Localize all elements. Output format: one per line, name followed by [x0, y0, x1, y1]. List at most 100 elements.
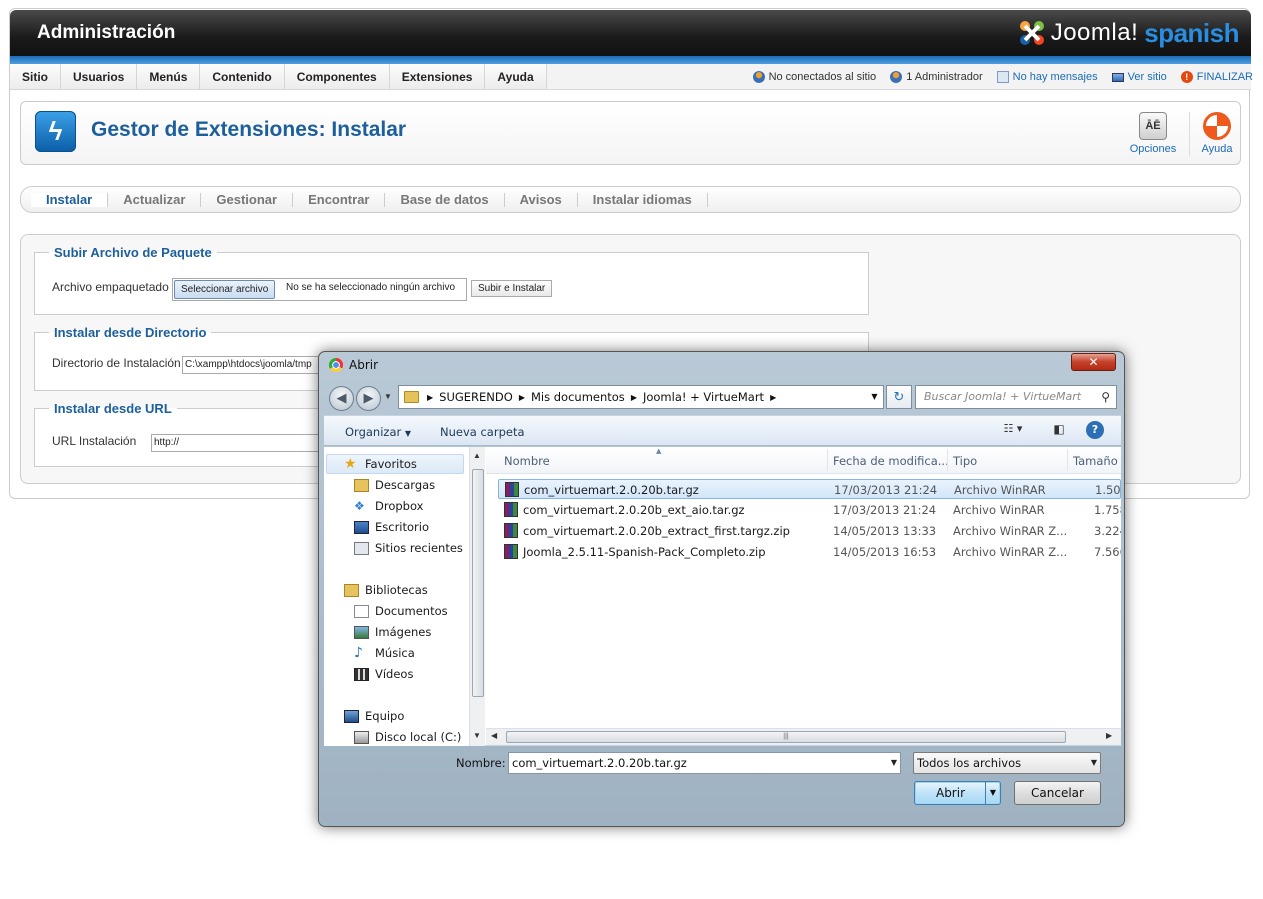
new-folder-button[interactable]: Nueva carpeta [440, 425, 525, 439]
nav-disco-local[interactable]: Disco local (C:) [354, 730, 461, 744]
column-size[interactable]: Tamaño [1073, 454, 1118, 468]
dialog-title: Abrir [349, 358, 379, 372]
computer-icon [344, 709, 359, 723]
scroll-right-icon[interactable]: ▶ [1106, 731, 1112, 740]
page-toolbar: ϟ Gestor de Extensiones: Instalar ĀĒ Opc… [20, 101, 1241, 165]
nav-documentos[interactable]: Documentos [354, 604, 448, 618]
tab-encontrar[interactable]: Encontrar [293, 192, 386, 207]
breadcrumb-arrow-icon[interactable]: ▶ [519, 393, 525, 402]
file-row[interactable]: com_virtuemart.2.0.20b_extract_first.tar… [498, 521, 1121, 541]
admin-title: Administración [37, 22, 176, 43]
file-row[interactable]: com_virtuemart.2.0.20b_ext_aio.tar.gz 17… [498, 500, 1121, 520]
nav-scrollbar[interactable]: ▲ ▼ [469, 447, 485, 746]
joomla-logo-icon [1019, 21, 1044, 45]
tab-avisos[interactable]: Avisos [505, 192, 578, 207]
scroll-up-icon[interactable]: ▲ [473, 451, 481, 460]
preview-pane-icon[interactable]: ◧ [1050, 422, 1068, 440]
desktop-icon [354, 520, 369, 534]
scroll-down-icon[interactable]: ▼ [473, 731, 481, 740]
nav-scroll-thumb[interactable] [472, 469, 484, 697]
choose-file-button[interactable]: Seleccionar archivo [174, 280, 276, 299]
menu-usuarios[interactable]: Usuarios [61, 64, 138, 89]
pictures-icon [354, 625, 369, 639]
file-row[interactable]: Joomla_2.5.11-Spanish-Pack_Completo.zip … [498, 542, 1121, 562]
address-bar[interactable]: ▶ SUGERENDO ▶ Mis documentos ▶ Joomla! +… [398, 385, 884, 409]
status-messages[interactable]: No hay mensajes [996, 71, 1098, 83]
tab-actualizar[interactable]: Actualizar [108, 192, 202, 207]
breadcrumb-mis-documentos[interactable]: Mis documentos [531, 390, 625, 404]
breadcrumb-arrow-icon[interactable]: ▶ [631, 393, 637, 402]
breadcrumb-arrow-icon[interactable]: ▶ [427, 393, 433, 402]
tab-gestionar[interactable]: Gestionar [201, 192, 294, 207]
menu-ayuda[interactable]: Ayuda [485, 64, 547, 89]
menu-sitio[interactable]: Sitio [10, 64, 61, 89]
filename-input[interactable]: com_virtuemart.2.0.20b.tar.gz ▼ [508, 752, 901, 774]
dropbox-icon: ❖ [354, 498, 365, 513]
column-name[interactable]: Nombre [504, 454, 550, 468]
url-input[interactable]: http:// [151, 434, 331, 452]
header-accent-bar [10, 56, 1251, 64]
file-type-select[interactable]: Todos los archivos ▼ [913, 752, 1101, 774]
menu-componentes[interactable]: Componentes [284, 64, 390, 89]
nav-musica[interactable]: ♪ Música [354, 646, 415, 661]
extensions-icon: ϟ [35, 111, 76, 152]
page-title: Gestor de Extensiones: Instalar [91, 118, 407, 141]
tab-instalar-idiomas[interactable]: Instalar idiomas [578, 192, 708, 207]
organize-button[interactable]: Organizar ▼ [345, 425, 411, 439]
column-divider[interactable] [827, 449, 828, 471]
column-divider[interactable] [1067, 449, 1068, 471]
column-date[interactable]: Fecha de modifica... [833, 454, 949, 468]
help-button[interactable]: Ayuda [1189, 110, 1245, 155]
dialog-close-button[interactable]: ✕ [1071, 353, 1116, 371]
no-file-text: No se ha seleccionado ningún archivo [286, 282, 455, 293]
nav-imagenes[interactable]: Imágenes [354, 625, 431, 639]
lifebuoy-icon [1203, 112, 1231, 140]
address-dropdown-icon[interactable]: ▼ [866, 386, 883, 408]
file-row[interactable]: com_virtuemart.2.0.20b.tar.gz 17/03/2013… [498, 479, 1121, 499]
nav-descargas[interactable]: Descargas [354, 478, 435, 492]
scroll-left-icon[interactable]: ◀ [491, 731, 497, 740]
refresh-button[interactable]: ↻ [886, 385, 912, 409]
nav-equipo[interactable]: Equipo [344, 709, 404, 723]
options-button[interactable]: ĀĒ Opciones [1125, 110, 1181, 155]
hscroll-thumb[interactable]: ||| [506, 731, 1066, 743]
nav-bibliotecas[interactable]: Bibliotecas [344, 583, 428, 597]
forward-button[interactable]: ▶ [356, 386, 381, 411]
nav-videos[interactable]: Vídeos [354, 667, 413, 681]
power-icon: ! [1180, 71, 1193, 83]
view-site-link[interactable]: Ver sitio [1111, 71, 1167, 83]
open-button[interactable]: Abrir ▼ [914, 781, 1001, 805]
url-legend: Instalar desde URL [54, 401, 172, 416]
column-divider[interactable] [947, 449, 948, 471]
back-button[interactable]: ◀ [329, 386, 354, 411]
upload-install-button[interactable]: Subir e Instalar [471, 280, 553, 297]
open-options-dropdown-icon[interactable]: ▼ [985, 782, 1000, 804]
upload-legend: Subir Archivo de Paquete [54, 245, 212, 260]
column-type[interactable]: Tipo [953, 454, 977, 468]
file-type-dropdown-icon[interactable]: ▼ [1091, 753, 1097, 773]
nav-dropbox[interactable]: ❖ Dropbox [354, 499, 423, 513]
recent-locations-dropdown[interactable]: ▼ [384, 392, 392, 401]
breadcrumb-sugerendo[interactable]: SUGERENDO [439, 390, 513, 404]
dialog-nav-row: ◀ ▶ ▼ ▶ SUGERENDO ▶ Mis documentos ▶ Joo… [327, 385, 1117, 411]
nav-favoritos[interactable]: ★ Favoritos [344, 457, 417, 472]
filename-dropdown-icon[interactable]: ▼ [891, 753, 897, 773]
tab-base-de-datos[interactable]: Base de datos [385, 192, 505, 207]
logout-link[interactable]: ! FINALIZAR [1180, 71, 1253, 83]
upload-label: Archivo empaquetado [52, 280, 169, 294]
help-icon[interactable]: ? [1086, 421, 1104, 439]
file-list-hscrollbar[interactable]: ◀ ||| ▶ [486, 728, 1121, 745]
nav-escritorio[interactable]: Escritorio [354, 520, 429, 534]
tab-instalar[interactable]: Instalar [31, 192, 109, 207]
breadcrumb-arrow-icon[interactable]: ▶ [770, 393, 776, 402]
cancel-button[interactable]: Cancelar [1014, 781, 1101, 805]
menu-extensiones[interactable]: Extensiones [389, 64, 486, 89]
breadcrumb-joomla-virtuemart[interactable]: Joomla! + VirtueMart [643, 390, 764, 404]
nav-sitios-recientes[interactable]: Sitios recientes [354, 541, 463, 555]
file-list-header: ▲ Nombre Fecha de modifica... Tipo Tamañ… [486, 447, 1121, 474]
menu-menus[interactable]: Menús [137, 64, 201, 89]
view-options-icon[interactable]: ☷ ▾ [996, 422, 1030, 440]
search-input[interactable]: Buscar Joomla! + VirtueMart ⚲ [915, 385, 1117, 409]
menu-contenido[interactable]: Contenido [200, 64, 285, 89]
winrar-icon [504, 502, 518, 517]
